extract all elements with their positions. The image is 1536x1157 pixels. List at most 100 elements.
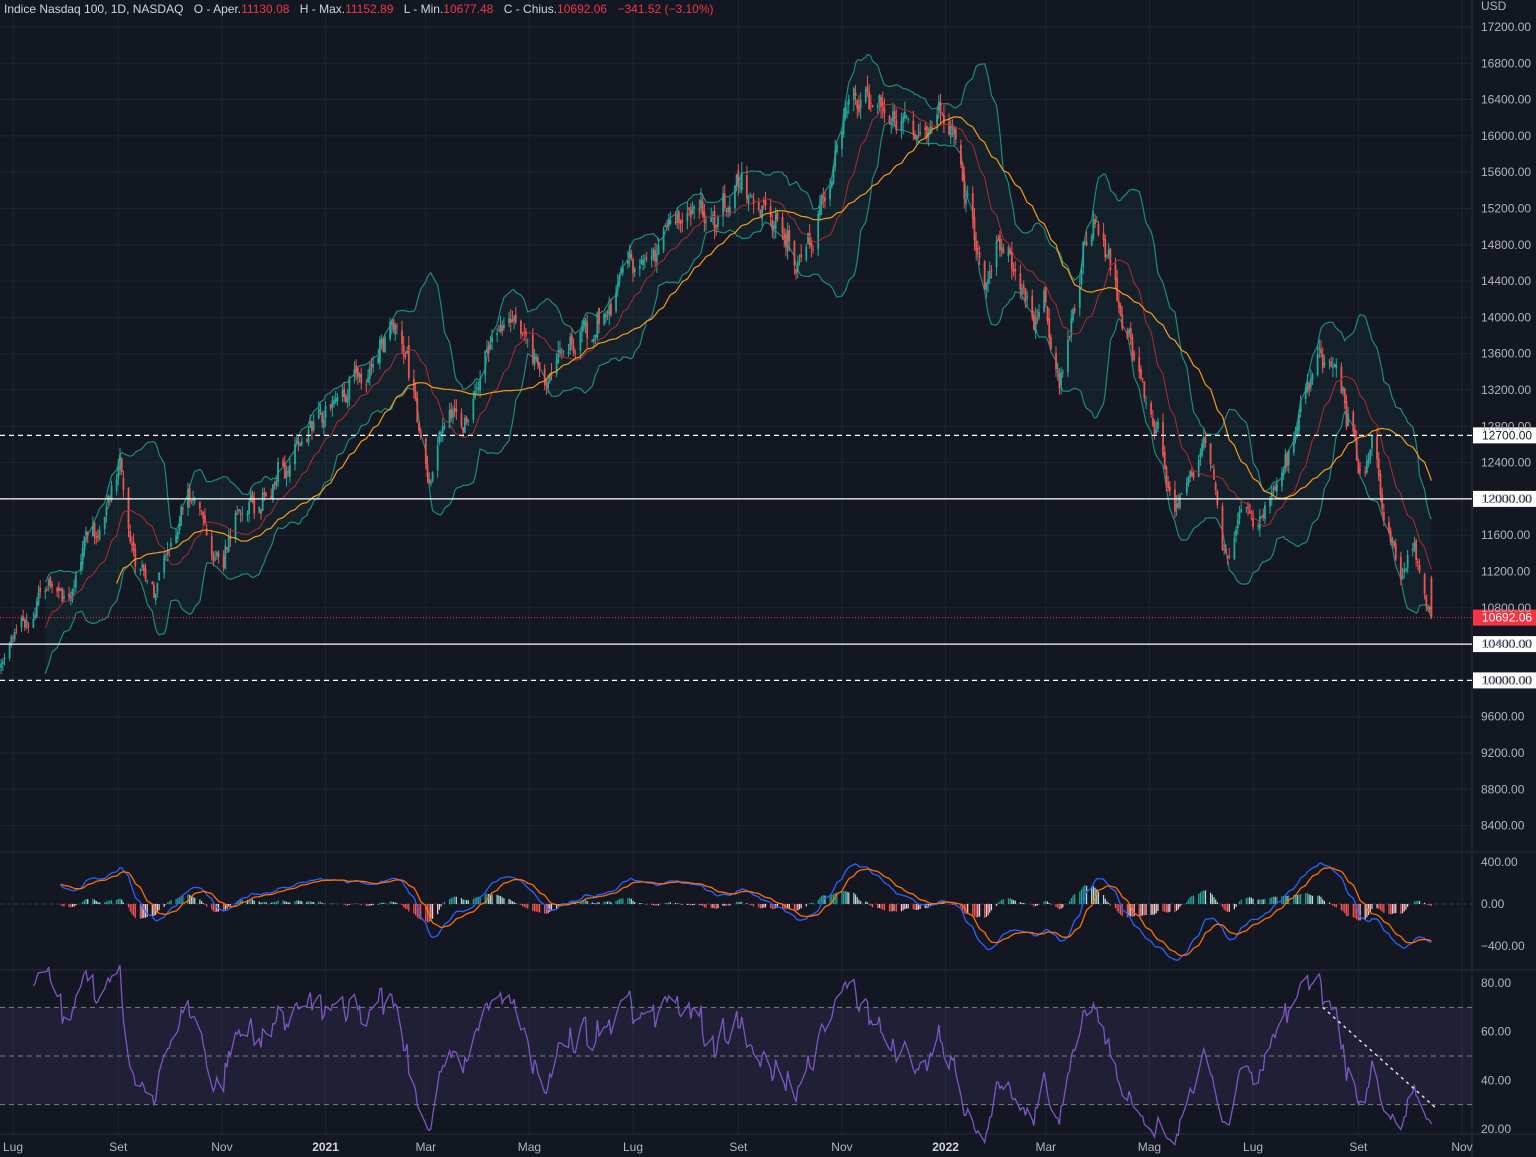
candle-body	[632, 259, 634, 274]
candle-body	[246, 513, 249, 515]
candle-body	[175, 535, 177, 544]
candle-body	[1389, 530, 1392, 543]
candle-body	[1406, 554, 1409, 569]
signal-line	[60, 867, 1432, 957]
candle-body	[496, 333, 499, 336]
candle-body	[545, 384, 548, 386]
candle-body	[1342, 388, 1344, 391]
candle-body	[745, 175, 748, 199]
candle-body	[1287, 450, 1290, 466]
candle-body	[1080, 269, 1083, 284]
candle-body	[414, 391, 417, 400]
candle-body	[1269, 499, 1271, 507]
candle-body	[608, 305, 611, 316]
candle-body	[300, 441, 303, 445]
candle-body	[620, 268, 623, 274]
candle-body	[1199, 452, 1202, 458]
candle-body	[312, 421, 315, 430]
candle-body	[1304, 387, 1307, 399]
candle-body	[621, 267, 624, 273]
candle-body	[463, 418, 466, 433]
price-tick: 15200.00	[1481, 202, 1531, 216]
candle-body	[1043, 290, 1046, 312]
candle-body	[1214, 483, 1217, 491]
candle-body	[1281, 472, 1283, 487]
candle-body	[835, 144, 838, 152]
candle-body	[1078, 286, 1081, 308]
candle-body	[569, 336, 572, 351]
candle-body	[832, 166, 835, 184]
candle-body	[987, 279, 989, 284]
candle-body	[141, 565, 144, 568]
candle-body	[594, 334, 597, 339]
candle-body	[120, 458, 123, 473]
candle-body	[1022, 285, 1025, 288]
candle-body	[380, 338, 383, 344]
candle-body	[317, 409, 320, 419]
price-tick: 8400.00	[1481, 819, 1525, 833]
candle-body	[394, 324, 397, 335]
candle-body	[937, 101, 940, 111]
candle-body	[452, 410, 454, 418]
candle-body	[630, 253, 633, 259]
candle-body	[999, 235, 1001, 251]
candle-body	[336, 396, 339, 402]
candle-body	[1131, 337, 1134, 356]
low-label: L - Min.	[403, 2, 444, 16]
candle-body	[153, 585, 155, 598]
rsi-pane[interactable]: 80.00 60.00 40.00 20.00	[0, 965, 1511, 1146]
candle-body	[604, 314, 607, 318]
candle-body	[1318, 348, 1321, 350]
candle-body	[353, 369, 356, 378]
candle-body	[917, 135, 920, 137]
candle-body	[1162, 422, 1164, 456]
candle-body	[360, 373, 363, 384]
candle-body	[1201, 443, 1203, 456]
candle-body	[334, 398, 337, 402]
candle-body	[846, 111, 848, 113]
candle-body	[1236, 519, 1239, 529]
candle-body	[288, 465, 291, 477]
candle-body	[1019, 273, 1022, 290]
candle-body	[57, 587, 60, 592]
candle-body	[44, 590, 47, 593]
candle-body	[1393, 540, 1395, 546]
candle-body	[547, 380, 549, 388]
candle-body	[212, 554, 215, 562]
candle-body	[487, 346, 490, 354]
candle-body	[412, 379, 415, 392]
candle-body	[1309, 378, 1312, 388]
candle-body	[1092, 219, 1095, 239]
candle-body	[560, 348, 563, 350]
candle-body	[467, 420, 470, 422]
candle-body	[642, 259, 645, 265]
candle-body	[1226, 556, 1229, 558]
candle-body	[841, 132, 843, 150]
candle-body	[34, 614, 36, 619]
candle-body	[305, 439, 308, 441]
candle-body	[1245, 507, 1248, 509]
candle-body	[1311, 374, 1314, 381]
candle-body	[893, 111, 896, 120]
high-label: H - Max.	[299, 2, 346, 16]
price-chart[interactable]: 12700.0012000.0010400.0010000.0010692.06…	[0, 0, 1536, 1157]
candle-body	[543, 368, 546, 385]
candle-body	[1352, 412, 1355, 432]
candle-body	[664, 224, 667, 227]
macd-tick: 400.00	[1481, 855, 1518, 869]
candle-body	[441, 425, 444, 433]
candle-body	[217, 552, 220, 558]
candle-body	[489, 344, 492, 350]
candle-body	[1038, 311, 1040, 318]
candle-body	[1128, 329, 1130, 334]
candle-body	[1216, 490, 1219, 506]
candle-body	[876, 105, 879, 108]
macd-pane[interactable]: 400.00 0.00 −400.00	[0, 855, 1525, 961]
candle-body	[995, 240, 998, 268]
candle-body	[20, 617, 23, 628]
candle-body	[586, 322, 589, 339]
candle-body	[1296, 427, 1299, 435]
candle-body	[1133, 352, 1136, 360]
candle-body	[226, 547, 228, 550]
candle-body	[655, 253, 658, 263]
